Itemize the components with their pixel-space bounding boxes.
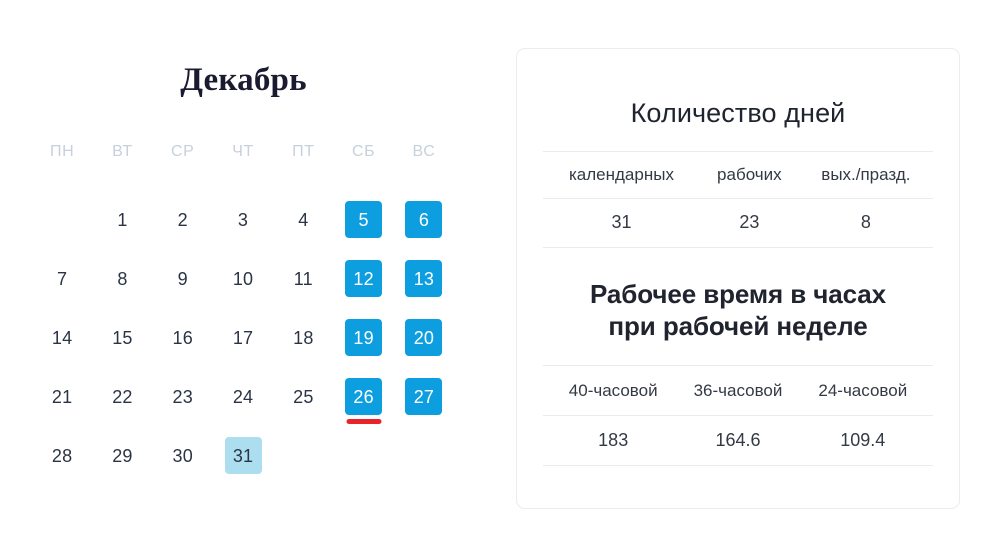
calendar-days-grid: 1 2 3 4 5 6 7 8 9 10 11 12 13 14 15 16 17 18 19 20 21 22 23 24 2… (32, 190, 454, 485)
day-22[interactable]: 22 (104, 378, 141, 415)
working-hours-table: 40-часовой 36-часовой 24-часовой 183 164… (543, 364, 933, 467)
column-header-holiday-days: вых./празд. (798, 150, 933, 200)
day-9[interactable]: 9 (164, 260, 201, 297)
day-10[interactable]: 10 (225, 260, 262, 297)
day-18[interactable]: 18 (285, 319, 322, 356)
day-29[interactable]: 29 (104, 437, 141, 474)
day-14[interactable]: 14 (44, 319, 81, 356)
calendar-cell: 31 (213, 426, 273, 485)
day-25[interactable]: 25 (285, 378, 322, 415)
calendar-cell: 23 (153, 367, 213, 426)
weekday-header-сб: СБ (352, 143, 376, 160)
calendar-cell-empty (32, 190, 92, 249)
value-24-hour-week: 109.4 (792, 415, 933, 467)
calendar-cell: 20 (394, 308, 454, 367)
calendar-cell: 8 (92, 249, 152, 308)
day-15[interactable]: 15 (104, 319, 141, 356)
calendar-cell: 19 (333, 308, 393, 367)
weekday-header-пт: ПТ (292, 143, 315, 160)
hours-heading-line-1: Рабочее время в часах (590, 278, 886, 309)
table-header-row: календарных рабочих вых./празд. (543, 150, 933, 200)
day-1[interactable]: 1 (104, 201, 141, 238)
calendar-cell: 29 (92, 426, 152, 485)
calendar-cell: 16 (153, 308, 213, 367)
hours-heading-line-2: при рабочей неделе (608, 311, 868, 341)
calendar-cell: 30 (153, 426, 213, 485)
day-28[interactable]: 28 (44, 437, 81, 474)
days-count-table: календарных рабочих вых./празд. 31 23 8 (543, 150, 933, 248)
table-row: 183 164.6 109.4 (543, 415, 933, 467)
weekday-header-чт: ЧТ (232, 143, 254, 160)
calendar-cell: 13 (394, 249, 454, 308)
day-13[interactable]: 13 (405, 260, 443, 297)
calendar-cell: 15 (92, 308, 152, 367)
calendar-cell: 24 (213, 367, 273, 426)
day-26[interactable]: 26 (345, 378, 383, 424)
calendar-cell: 18 (273, 308, 333, 367)
today-marker-icon (346, 419, 382, 424)
day-19[interactable]: 19 (345, 319, 383, 356)
column-header-calendar-days: календарных (543, 150, 700, 200)
calendar-cell: 12 (333, 249, 393, 308)
calendar-cell: 6 (394, 190, 454, 249)
page-title: Декабрь (180, 62, 307, 98)
column-header-24-hour-week: 24-часовой (792, 364, 933, 416)
weekday-header-ср: СР (171, 143, 195, 160)
weekday-header-вс: ВС (412, 143, 436, 160)
calendar-cell: 25 (273, 367, 333, 426)
days-section-heading: Количество дней (630, 98, 846, 128)
value-calendar-days: 31 (543, 198, 700, 248)
column-header-40-hour-week: 40-часовой (543, 364, 684, 416)
calendar-cell: 9 (153, 249, 213, 308)
calendar-widget: Декабрь ПН ВТ СР ЧТ ПТ СБ ВС 1 2 3 4 5 6 7 8 9 10 11 12 13… (0, 0, 1000, 533)
weekday-header-пн: ПН (50, 143, 75, 160)
table-row: 31 23 8 (543, 198, 933, 248)
calendar-cell: 1 (92, 190, 152, 249)
calendar-cell: 3 (213, 190, 273, 249)
day-12[interactable]: 12 (345, 260, 383, 297)
calendar-cell: 26 (333, 367, 393, 426)
value-working-days: 23 (699, 198, 799, 248)
day-24[interactable]: 24 (225, 378, 262, 415)
calendar-cell: 17 (213, 308, 273, 367)
day-17[interactable]: 17 (225, 319, 262, 356)
calendar-cell: 14 (32, 308, 92, 367)
calendar-cell: 28 (32, 426, 92, 485)
calendar-cell: 5 (333, 190, 393, 249)
day-11[interactable]: 11 (285, 260, 322, 297)
day-8[interactable]: 8 (104, 260, 141, 297)
day-3[interactable]: 3 (225, 201, 262, 238)
day-7[interactable]: 7 (44, 260, 81, 297)
calendar-cell: 22 (92, 367, 152, 426)
day-16[interactable]: 16 (164, 319, 201, 356)
calendar-cell: 27 (394, 367, 454, 426)
calendar-cell: 11 (273, 249, 333, 308)
value-36-hour-week: 164.6 (683, 415, 793, 467)
value-40-hour-week: 183 (543, 415, 684, 467)
day-21[interactable]: 21 (44, 378, 81, 415)
calendar-cell: 21 (32, 367, 92, 426)
day-31[interactable]: 31 (224, 437, 262, 474)
day-20[interactable]: 20 (405, 319, 443, 356)
summary-panel: Количество дней календарных рабочих вых.… (516, 48, 960, 509)
day-2[interactable]: 2 (164, 201, 201, 238)
calendar-cell: 2 (153, 190, 213, 249)
calendar-cell: 4 (273, 190, 333, 249)
day-30[interactable]: 30 (164, 437, 201, 474)
day-23[interactable]: 23 (164, 378, 201, 415)
calendar-cell: 7 (32, 249, 92, 308)
hours-section-heading: Рабочее время в часах при рабочей неделе (543, 278, 933, 343)
weekday-header-вт: ВТ (112, 143, 133, 160)
weekday-header-row: ПН ВТ СР ЧТ ПТ СБ ВС (32, 142, 454, 162)
month-calendar: Декабрь ПН ВТ СР ЧТ ПТ СБ ВС 1 2 3 4 5 6 7 8 9 10 11 12 13… (0, 0, 490, 533)
day-6[interactable]: 6 (405, 201, 443, 238)
column-header-36-hour-week: 36-часовой (683, 364, 793, 416)
column-header-working-days: рабочих (699, 150, 799, 200)
day-4[interactable]: 4 (285, 201, 322, 238)
table-header-row: 40-часовой 36-часовой 24-часовой (543, 364, 933, 416)
value-holiday-days: 8 (798, 198, 933, 248)
day-27[interactable]: 27 (405, 378, 443, 415)
calendar-cell: 10 (213, 249, 273, 308)
day-5[interactable]: 5 (345, 201, 383, 238)
